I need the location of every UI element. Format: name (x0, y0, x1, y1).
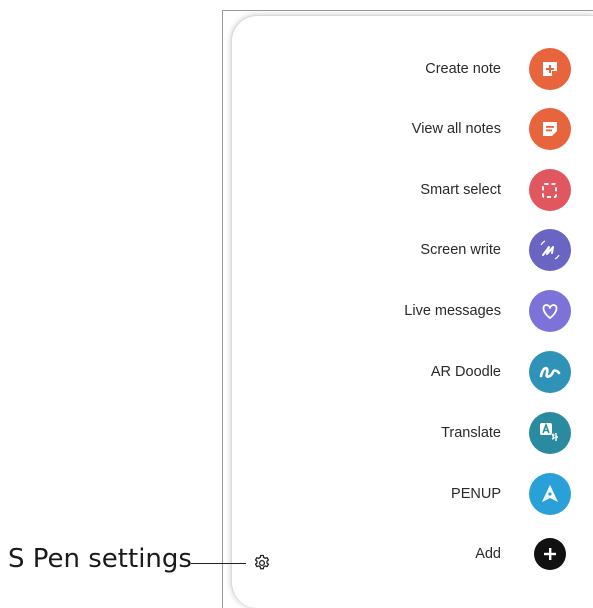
menu-item-create-note[interactable]: Create note (231, 44, 593, 94)
menu-item-label: Smart select (420, 182, 501, 198)
menu-item-label: Screen write (420, 242, 501, 258)
menu-item-label: PENUP (451, 486, 501, 502)
air-command-screenshot: Create note View all notes Smart select (0, 0, 593, 608)
smart-select-icon (529, 169, 571, 211)
add-icon (534, 538, 566, 570)
menu-item-live-messages[interactable]: Live messages (231, 286, 593, 336)
menu-item-view-all-notes[interactable]: View all notes (231, 104, 593, 154)
menu-item-smart-select[interactable]: Smart select (231, 165, 593, 215)
menu-item-label: View all notes (411, 121, 501, 137)
menu-item-label: Live messages (404, 303, 501, 319)
menu-item-label: Add (475, 546, 501, 562)
translate-icon (529, 412, 571, 454)
callout-leader-line (191, 563, 246, 564)
menu-item-label: Create note (425, 61, 501, 77)
s-pen-settings-callout: S Pen settings (8, 544, 192, 574)
live-messages-icon (529, 290, 571, 332)
menu-item-add[interactable]: Add (231, 529, 593, 579)
menu-item-penup[interactable]: PENUP (231, 469, 593, 519)
menu-item-label: Translate (441, 425, 501, 441)
menu-item-ar-doodle[interactable]: AR Doodle (231, 347, 593, 397)
gear-icon[interactable] (253, 554, 271, 572)
ar-doodle-icon (529, 351, 571, 393)
screen-write-icon (529, 229, 571, 271)
menu-item-label: AR Doodle (430, 364, 501, 380)
create-note-icon (529, 48, 571, 90)
menu-item-screen-write[interactable]: Screen write (231, 225, 593, 275)
penup-icon (529, 473, 571, 515)
view-all-notes-icon (529, 108, 571, 150)
menu-item-translate[interactable]: Translate (231, 408, 593, 458)
